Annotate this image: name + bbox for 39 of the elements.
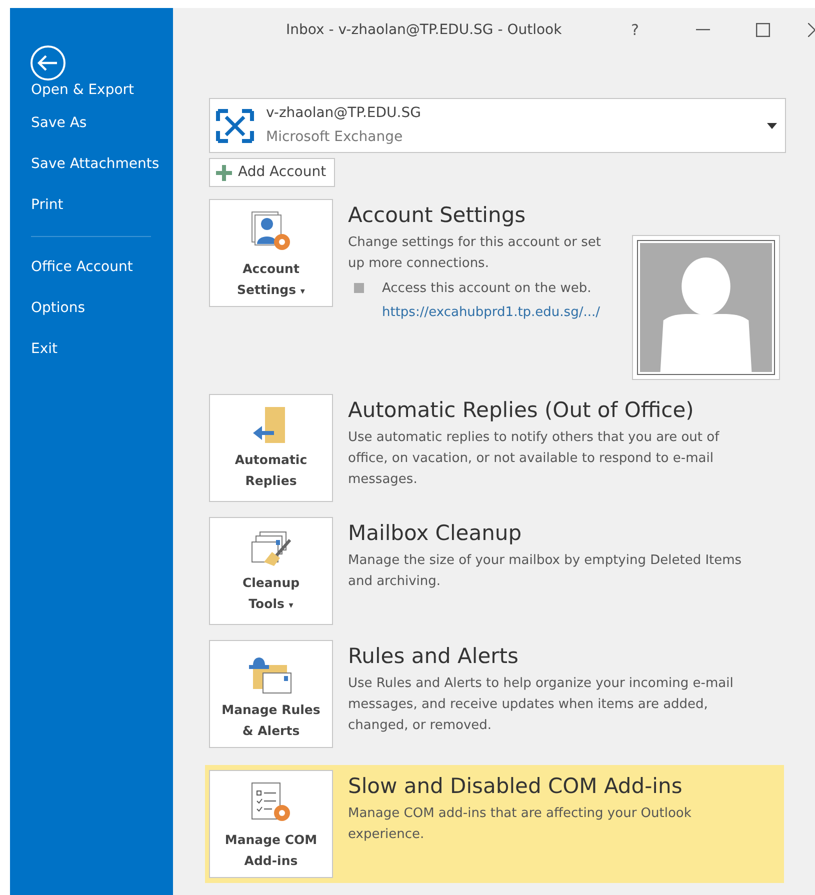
section-title: Account Settings: [348, 202, 527, 228]
tile-button[interactable]: Account Settings ▾: [209, 198, 333, 306]
exchange-logo-icon: [216, 106, 254, 144]
web-access-link[interactable]: https://excahubprd1.tp.edu.sg/.../: [382, 304, 600, 320]
sidebar-item[interactable]: Exit: [10, 329, 173, 370]
section-title: Rules and Alerts: [348, 644, 520, 669]
person-silhouette-icon: [640, 242, 772, 372]
account-type: Microsoft Exchange: [266, 128, 404, 148]
tile-button[interactable]: Manage COM Add-ins: [209, 770, 333, 878]
sidebar-item[interactable]: Office Account: [10, 247, 173, 288]
sidebar-item[interactable]: Open & Export: [10, 81, 173, 99]
account-dropdown[interactable]: v-zhaolan@TP.EDU.SG Microsoft Exchange: [209, 98, 786, 153]
back-icon[interactable]: [30, 45, 66, 81]
section-description: Use Rules and Alerts to help organize your incoming e-mail messages, and receive updates when items are added, changed, or removed.: [348, 674, 734, 735]
section-description: Use automatic replies to notify others that you are out of office, on vacation, or not available to respond to e-mail messages.: [348, 428, 720, 489]
tile-button[interactable]: Cleanup Tools ▾: [209, 516, 333, 624]
section-description: Manage COM add-ins that are affecting your Outlook experience.: [348, 804, 692, 844]
web-access-text: Access this account on the web.: [382, 280, 592, 298]
minimize-icon[interactable]: [696, 29, 710, 31]
account-email: v-zhaolan@TP.EDU.SG: [266, 104, 421, 124]
sidebar-item[interactable]: Save As: [10, 103, 173, 144]
window-title: Inbox - v-zhaolan@TP.EDU.SG - Outlook: [286, 20, 562, 40]
section-title: Slow and Disabled COM Add-ins: [348, 774, 684, 799]
dropdown-caret-icon: [767, 122, 777, 128]
plus-icon: [216, 164, 232, 180]
section-description: Change settings for this account or set up more connections.: [348, 234, 602, 273]
tile-button[interactable]: Automatic Replies: [209, 394, 333, 502]
maximize-icon[interactable]: [756, 23, 770, 37]
section-description: Manage the size of your mailbox by emptying Deleted Items and archiving.: [348, 552, 743, 591]
close-icon[interactable]: [808, 23, 815, 37]
bullet-icon: [354, 282, 364, 293]
add-account-button[interactable]: Add Account: [209, 158, 336, 187]
section-title: Mailbox Cleanup: [348, 520, 523, 546]
sidebar-item[interactable]: Save Attachments: [10, 144, 173, 185]
sidebar-item[interactable]: Options: [10, 288, 173, 329]
tile-button[interactable]: Manage Rules & Alerts: [209, 640, 333, 748]
section-title: Automatic Replies (Out of Office): [348, 398, 695, 423]
help-button[interactable]: ?: [620, 18, 650, 42]
sidebar-item[interactable]: Print: [10, 185, 173, 226]
